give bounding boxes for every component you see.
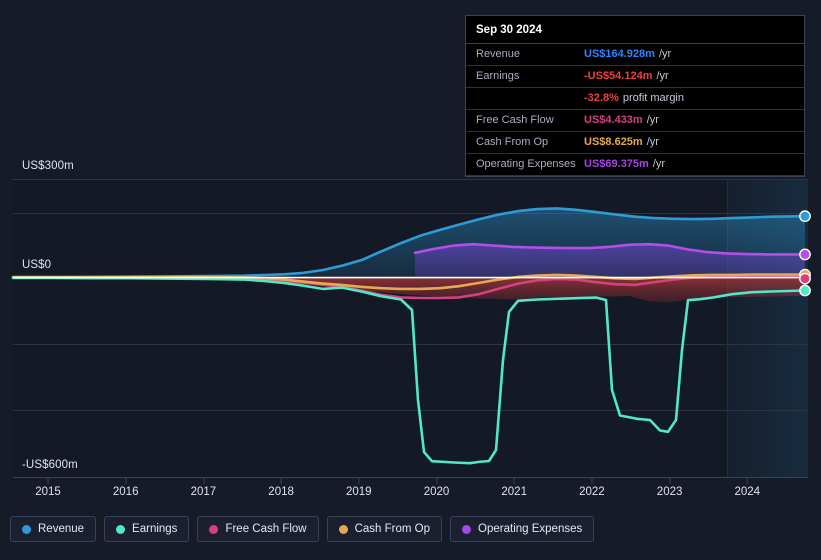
tooltip-rows: Revenue US$164.928m/yr Earnings -US$54.124m… <box>466 44 804 176</box>
legend-item-label: Cash From Op <box>354 523 431 535</box>
tooltip-row-unit: /yr <box>658 48 672 60</box>
tooltip-row-value: US$4.433m <box>584 114 643 126</box>
tooltip-row-value: US$164.928m <box>584 48 655 60</box>
tooltip-row: Operating Expenses US$69.375m/yr <box>466 154 804 176</box>
legend-color-dot-icon <box>462 524 472 534</box>
legend-color-dot-icon <box>116 524 126 534</box>
tooltip-row-label: Operating Expenses <box>476 158 576 170</box>
x-axis-label-2023: 2023 <box>656 486 683 498</box>
tooltip-row-unit: profit margin <box>622 92 684 104</box>
legend-item-operating-expenses[interactable]: Operating Expenses <box>450 516 595 542</box>
endpoint-revenue <box>799 210 811 223</box>
x-axis-label-2015: 2015 <box>35 486 61 498</box>
tooltip-row: Revenue US$164.928m/yr <box>466 44 804 66</box>
tooltip-row-unit: /yr <box>652 158 666 170</box>
x-axis-line <box>13 477 808 484</box>
legend-item-free-cash-flow[interactable]: Free Cash Flow <box>197 516 319 542</box>
legend-color-dot-icon <box>209 524 219 534</box>
tooltip-row-value: US$69.375m <box>584 158 649 170</box>
legend-item-label: Revenue <box>38 523 85 535</box>
legend-item-earnings[interactable]: Earnings <box>104 516 190 542</box>
tooltip-row-label: Cash From Op <box>476 136 549 148</box>
legend-item-cash-from-op[interactable]: Cash From Op <box>326 516 443 542</box>
tooltip-date: Sep 30 2024 <box>466 16 804 44</box>
legend-color-dot-icon <box>338 524 348 534</box>
tooltip-row-unit: /yr <box>646 136 659 148</box>
x-axis-label-2019: 2019 <box>346 486 372 498</box>
endpoint-earnings <box>799 284 811 297</box>
tooltip-row-label: Earnings <box>476 70 520 82</box>
x-axis-label-2021: 2021 <box>501 486 527 498</box>
tooltip-row: Cash From Op US$8.625m/yr <box>466 132 804 154</box>
chart-legend: Revenue Earnings Free Cash Flow Cash From O… <box>10 516 595 542</box>
tooltip-row-unit: /yr <box>656 70 669 82</box>
financial-chart: US$300m US$0 -US$600m 2015 2016 2017 2018 20… <box>0 0 821 560</box>
tooltip-row-value: US$8.625m <box>584 136 643 148</box>
y-axis-label-bottom: -US$600m <box>22 459 78 471</box>
x-axis-label-2018: 2018 <box>268 486 294 498</box>
tooltip-row-value: -US$54.124m <box>584 70 653 82</box>
legend-color-dot-icon <box>22 524 31 534</box>
tooltip-row: Free Cash Flow US$4.433m/yr <box>466 110 804 132</box>
legend-item-label: Free Cash Flow <box>225 523 307 535</box>
x-axis-label-2024: 2024 <box>734 486 761 498</box>
legend-item-revenue[interactable]: Revenue <box>10 516 97 542</box>
tooltip-row-value: -32.8% <box>584 92 619 104</box>
x-axis-label-2016: 2016 <box>112 486 139 498</box>
tooltip-row-label: Free Cash Flow <box>476 114 554 126</box>
x-axis-labels: 2015 2016 2017 2018 2019 2020 2021 2022 2023 2024 <box>0 486 821 504</box>
tooltip-row-label: Revenue <box>476 48 521 60</box>
y-axis-label-zero: US$0 <box>22 259 52 271</box>
x-axis-label-2017: 2017 <box>190 486 217 498</box>
tooltip-row-unit: /yr <box>646 114 659 126</box>
data-tooltip: Sep 30 2024 Revenue US$164.928m/yr Earning… <box>465 15 805 177</box>
legend-item-label: Operating Expenses <box>478 523 583 535</box>
endpoint-opex <box>799 248 811 261</box>
x-axis-label-2020: 2020 <box>423 486 450 498</box>
tooltip-row: Earnings -US$54.124m/yr <box>466 66 804 88</box>
endpoint-free-cash-flow <box>799 272 811 285</box>
x-axis-label-2022: 2022 <box>579 486 605 498</box>
tooltip-row: -32.8% profit margin <box>466 88 804 110</box>
y-axis-label-top: US$300m <box>22 160 74 172</box>
legend-item-label: Earnings <box>132 523 178 535</box>
